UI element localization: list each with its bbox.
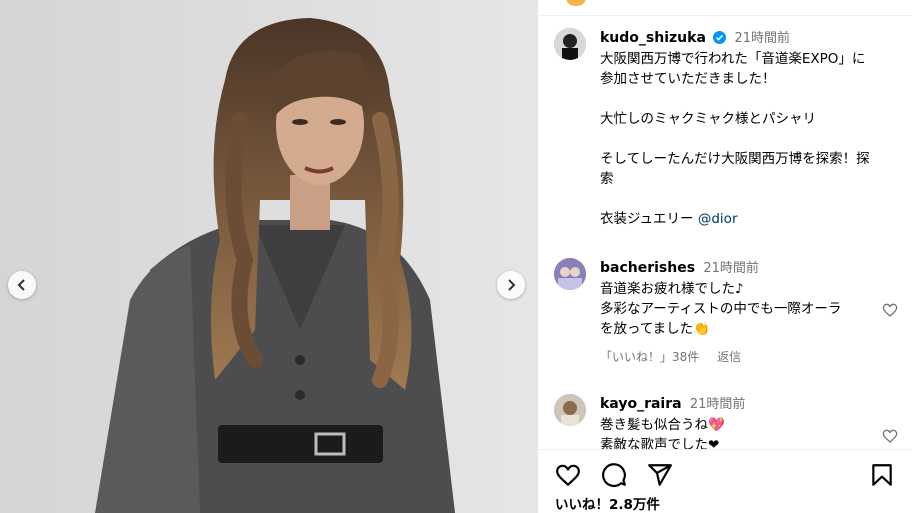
avatar-image [554,394,586,426]
caption-line: 大阪関西万博で行われた「音道楽EXPO」に [600,51,866,67]
next-photo-button[interactable] [497,271,525,299]
comment-like-heart-icon[interactable] [882,302,898,318]
caption-jewelry-text: 衣装ジュエリー [600,211,698,227]
prev-photo-button[interactable] [8,271,36,299]
comment-time[interactable]: 21時間前 [703,261,759,276]
author-avatar[interactable] [554,28,586,60]
caption-line-jewelry: 衣装ジュエリー @dior [600,209,896,229]
avatar-image [554,258,586,290]
post-photo[interactable] [0,0,538,513]
comment-text-line: 巻き髪も似合うね💖 [600,417,725,433]
comment-icon[interactable] [601,462,627,488]
photo-illustration [0,0,538,513]
avatar-image [554,28,586,60]
comment-text-line: 多彩なアーティストの中でも一際オーラ [600,301,842,317]
caption-line: そしてしーたんだけ大阪関西万博を探索！探 [600,151,870,167]
likes-count[interactable]: いいね！2.8万件 [555,493,660,513]
caption-block: kudo_shizuka 21時間前 大阪関西万博で行われた「音道楽EXPO」に… [554,28,896,229]
caption-line: 索 [600,171,614,187]
share-icon[interactable] [647,462,673,488]
verified-icon [713,31,727,44]
action-bar: いいね！2.8万件 [538,449,912,513]
comment-text-line: 音道楽お疲れ様でした♪ [600,281,744,297]
chevron-left-icon [17,279,25,291]
post-time[interactable]: 21時間前 [734,31,790,46]
bookmark-icon[interactable] [869,462,895,488]
comment-text-line: を放ってました👏 [600,321,710,337]
caption-line: 参加させていただきました！ [600,71,776,87]
comment-likes-count[interactable]: 「いいね！」38件 [600,350,699,364]
dior-mention-link[interactable]: @dior [698,211,738,227]
post-panel: kudo_shizuka 21時間前 大阪関西万博で行われた「音道楽EXPO」に… [538,0,912,513]
commenter-username[interactable]: bacherishes [600,260,695,276]
comment-like-heart-icon[interactable] [882,428,898,444]
heart-icon[interactable] [555,462,581,488]
comment-item: kayo_raira 21時間前 巻き髪も似合うね💖 素敵な歌声でした❤ [554,394,896,455]
chevron-right-icon [508,279,516,291]
reply-button[interactable]: 返信 [717,350,741,364]
comment-time[interactable]: 21時間前 [690,397,746,412]
commenter-username[interactable]: kayo_raira [600,396,682,412]
comment-item: bacherishes 21時間前 音道楽お疲れ様でした♪ 多彩なアーティストの… [554,258,896,367]
commenter-avatar[interactable] [554,394,586,426]
header-divider [538,0,912,16]
author-username[interactable]: kudo_shizuka [600,30,706,46]
header-avatar-partial [566,0,586,6]
caption-line: 大忙しのミャクミャク様とパシャリ [600,111,816,127]
commenter-avatar[interactable] [554,258,586,290]
